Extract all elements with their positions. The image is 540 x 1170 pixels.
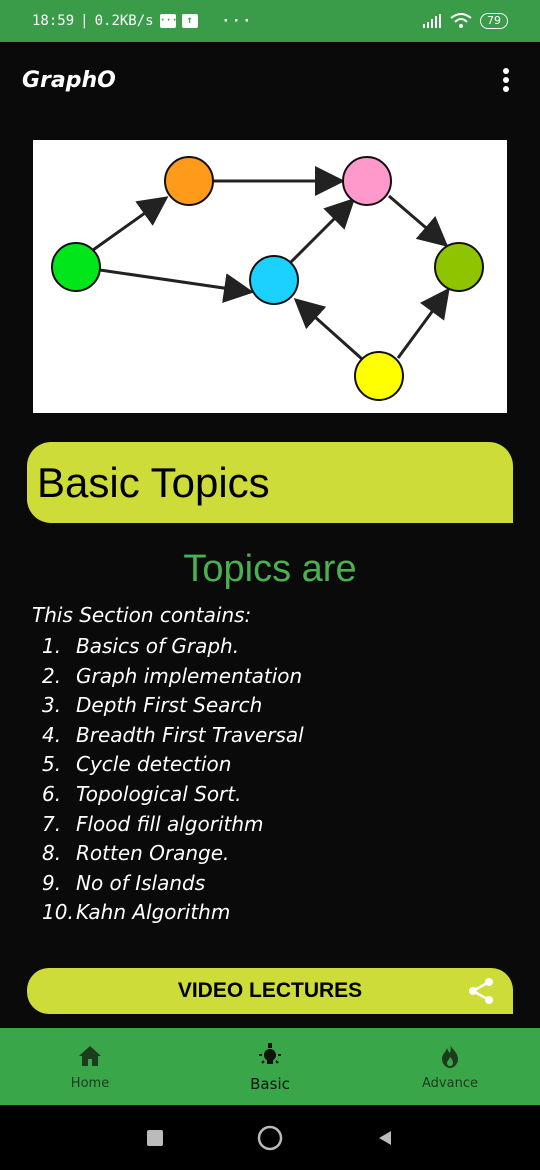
app-bar: GraphO — [0, 42, 540, 118]
topic-number: 7. — [42, 811, 62, 836]
green-node — [51, 242, 101, 292]
topic-text: Kahn Algorithm — [76, 900, 231, 925]
nav-home[interactable]: Home — [0, 1028, 180, 1105]
bottom-navigation: Home Basic Advance — [0, 1028, 540, 1105]
system-navigation — [0, 1105, 540, 1170]
topic-item: 7. Flood fill algorithm — [42, 810, 304, 840]
topic-item: 6. Topological Sort. — [42, 780, 304, 810]
status-more-dots: ··· — [221, 13, 253, 29]
status-bar: 18:59 | 0.2KB/s ··· ↑ ··· 79 — [0, 0, 540, 42]
topic-text: Breadth First Traversal — [76, 722, 304, 747]
topic-item: 4. Breadth First Traversal — [42, 721, 304, 751]
topic-item: 5. Cycle detection — [42, 750, 304, 780]
topic-item: 3. Depth First Search — [42, 691, 304, 721]
topic-number: 10. — [42, 900, 74, 925]
basic-topics-banner: Basic Topics — [27, 442, 513, 523]
status-left: 18:59 | 0.2KB/s ··· ↑ ··· — [32, 13, 253, 29]
topic-number: 5. — [42, 752, 62, 777]
app-title: GraphO — [22, 67, 116, 93]
nav-basic[interactable]: Basic — [180, 1028, 360, 1105]
graph-illustration — [33, 140, 507, 413]
topic-number: 6. — [42, 781, 62, 806]
edge-green-blue — [99, 268, 254, 303]
banner-title: Basic Topics — [37, 458, 270, 506]
upload-notification-icon: ↑ — [181, 14, 198, 28]
topic-number: 9. — [42, 870, 62, 895]
orange-node — [164, 156, 214, 206]
topic-number: 4. — [42, 722, 62, 747]
topic-number: 1. — [42, 634, 62, 658]
topic-text: Flood fill algorithm — [76, 811, 264, 836]
nav-advance[interactable]: Advance — [360, 1028, 540, 1105]
share-icon[interactable] — [467, 977, 495, 1005]
topic-text: Cycle detection — [76, 752, 232, 777]
topic-number: 8. — [42, 841, 62, 866]
topic-number: 3. — [42, 693, 62, 718]
home-circle-icon[interactable] — [257, 1125, 283, 1151]
nav-advance-label: Advance — [422, 1076, 478, 1091]
message-notification-icon: ··· — [159, 14, 178, 28]
topic-item: 10. Kahn Algorithm — [42, 898, 304, 928]
edge-blue-pink — [289, 197, 356, 264]
graph-diagram — [51, 156, 484, 401]
topic-item: 1. Basics of Graph. — [42, 632, 304, 662]
topic-text: No of Islands — [76, 870, 206, 895]
nav-basic-label: Basic — [250, 1074, 290, 1093]
topic-number: 2. — [42, 663, 62, 688]
back-triangle-icon[interactable] — [376, 1129, 394, 1147]
topic-item: 2. Graph implementation — [42, 662, 304, 692]
home-icon — [79, 1046, 101, 1066]
topic-text: Topological Sort. — [76, 781, 242, 806]
video-lectures-button[interactable]: VIDEO LECTURES — [27, 968, 513, 1014]
topic-text: Rotten Orange. — [76, 841, 230, 866]
edge-pink-olive — [388, 194, 449, 247]
section-intro: This Section contains: — [32, 603, 252, 627]
yellow-node — [354, 351, 404, 401]
topic-text: Depth First Search — [76, 693, 263, 718]
topic-text: Graph implementation — [76, 663, 303, 688]
status-right: 79 — [422, 13, 508, 29]
edge-yellow-blue — [293, 298, 363, 361]
signal-icon — [423, 14, 441, 28]
status-network-speed: 0.2KB/s — [94, 13, 154, 29]
recents-square-icon[interactable] — [146, 1129, 164, 1147]
battery-indicator: 79 — [480, 13, 508, 29]
topic-text: Basics of Graph. — [76, 634, 240, 658]
pink-node — [342, 156, 392, 206]
video-lectures-label: VIDEO LECTURES — [177, 979, 363, 1002]
status-separator: | — [80, 13, 89, 29]
more-vert-icon[interactable] — [494, 65, 518, 95]
wifi-icon — [450, 13, 472, 28]
topics-heading: Topics are — [183, 548, 357, 590]
edge-green-orange — [92, 196, 169, 252]
topic-item: 9. No of Islands — [42, 869, 304, 899]
status-time: 18:59 — [32, 13, 75, 29]
blue-node — [249, 255, 299, 305]
topic-list: 1. Basics of Graph. 2. Graph implementation… — [42, 632, 304, 928]
topic-item: 8. Rotten Orange. — [42, 839, 304, 869]
olive-node — [434, 242, 484, 292]
flame-icon — [442, 1044, 458, 1068]
nav-home-label: Home — [70, 1076, 110, 1091]
lightbulb-icon — [259, 1042, 281, 1064]
edge-yellow-olive — [396, 287, 450, 359]
